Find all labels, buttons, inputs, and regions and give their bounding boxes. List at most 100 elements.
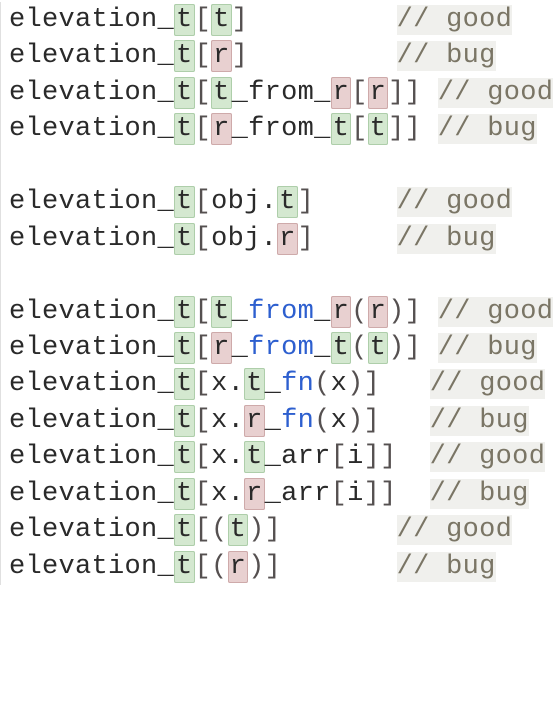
- token: i: [347, 479, 364, 509]
- token: [: [195, 479, 212, 509]
- token: ]]: [364, 479, 397, 509]
- code-line: elevation_t[(t)] // good: [0, 512, 556, 548]
- token: i: [347, 442, 364, 472]
- token: [314, 187, 397, 217]
- token: t: [174, 441, 195, 473]
- token: from: [248, 297, 314, 327]
- token: [380, 406, 430, 436]
- token: from: [248, 333, 314, 363]
- token: )]: [347, 369, 380, 399]
- token: [421, 78, 438, 108]
- token: t: [174, 405, 195, 437]
- token: elevation_: [9, 78, 174, 108]
- token: t: [174, 332, 195, 364]
- token: _: [265, 369, 282, 399]
- token: [314, 224, 397, 254]
- token: // bug: [397, 224, 496, 254]
- token: [397, 442, 430, 472]
- token: (: [314, 369, 331, 399]
- token: t: [331, 113, 352, 145]
- token: r: [368, 77, 389, 109]
- token: [: [195, 297, 212, 327]
- token: [: [331, 479, 348, 509]
- token: r: [228, 551, 249, 583]
- token: r: [211, 332, 232, 364]
- token: t: [174, 551, 195, 583]
- token: elevation_: [9, 552, 174, 582]
- token: elevation_: [9, 224, 174, 254]
- token: _: [232, 297, 249, 327]
- token: t: [174, 296, 195, 328]
- code-line: elevation_t[obj.t] // good: [0, 184, 556, 220]
- code-line: elevation_t[t_from_r(r)] // good: [0, 294, 556, 330]
- token: x.: [211, 406, 244, 436]
- token: // good: [397, 187, 513, 217]
- code-line: elevation_t[obj.r] // bug: [0, 221, 556, 257]
- token: t: [211, 4, 232, 36]
- token: r: [331, 296, 352, 328]
- token: [: [195, 5, 212, 35]
- code-line: elevation_t[r_from_t(t)] // bug: [0, 330, 556, 366]
- token: fn: [281, 406, 314, 436]
- token: r: [277, 223, 298, 255]
- token: // bug: [438, 333, 537, 363]
- token: // good: [430, 442, 546, 472]
- token: (: [351, 333, 368, 363]
- token: elevation_: [9, 479, 174, 509]
- code-line: elevation_t[x.t_arr[i]] // good: [0, 439, 556, 475]
- token: [: [195, 442, 212, 472]
- token: _: [232, 333, 249, 363]
- token: [: [195, 369, 212, 399]
- token: // good: [438, 297, 554, 327]
- token: // good: [397, 5, 513, 35]
- blank-line: [0, 257, 556, 293]
- code-line: elevation_t[x.r_fn(x)] // bug: [0, 403, 556, 439]
- token: // bug: [430, 406, 529, 436]
- token: r: [244, 478, 265, 510]
- token: ]: [298, 224, 315, 254]
- token: ]: [232, 41, 249, 71]
- token: t: [277, 186, 298, 218]
- token: x.: [211, 369, 244, 399]
- token: [: [195, 406, 212, 436]
- token: [421, 297, 438, 327]
- token: _: [314, 297, 331, 327]
- token: elevation_: [9, 515, 174, 545]
- token: r: [331, 77, 352, 109]
- token: [: [195, 78, 212, 108]
- code-line: elevation_t[t_from_r[r]] // good: [0, 75, 556, 111]
- token: t: [174, 186, 195, 218]
- token: ]: [232, 5, 249, 35]
- token: ]]: [364, 442, 397, 472]
- token: t: [174, 478, 195, 510]
- token: x: [331, 369, 348, 399]
- token: // bug: [438, 114, 537, 144]
- token: elevation_: [9, 369, 174, 399]
- token: ]]: [388, 78, 421, 108]
- code-block: elevation_t[t] // goodelevation_t[r] // …: [0, 0, 556, 587]
- code-line: elevation_t[x.r_arr[i]] // bug: [0, 476, 556, 512]
- token: t: [211, 77, 232, 109]
- token: [: [195, 224, 212, 254]
- token: [421, 114, 438, 144]
- token: )]: [248, 552, 281, 582]
- token: t: [174, 40, 195, 72]
- token: [248, 5, 397, 35]
- token: t: [228, 514, 249, 546]
- token: // bug: [430, 479, 529, 509]
- token: t: [174, 514, 195, 546]
- token: [: [195, 333, 212, 363]
- token: )]: [248, 515, 281, 545]
- token: [248, 41, 397, 71]
- token: _: [314, 333, 331, 363]
- token: )]: [347, 406, 380, 436]
- token: r: [211, 40, 232, 72]
- token: t: [368, 332, 389, 364]
- token: elevation_: [9, 187, 174, 217]
- token: t: [174, 223, 195, 255]
- token: elevation_: [9, 333, 174, 363]
- token: // good: [430, 369, 546, 399]
- token: t: [211, 296, 232, 328]
- blank-line: [0, 148, 556, 184]
- token: _: [265, 406, 282, 436]
